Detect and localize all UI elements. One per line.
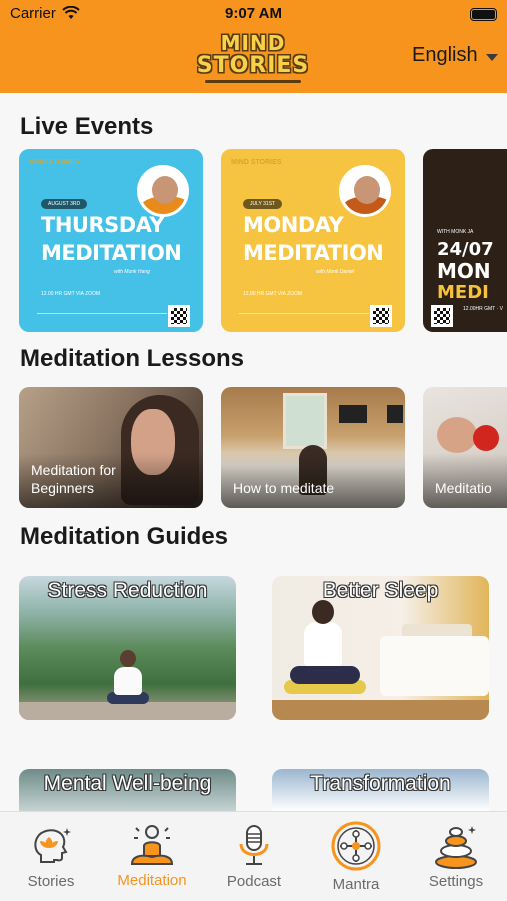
guide-card[interactable]: Mental Well-being: [19, 769, 236, 811]
lesson-caption: How to meditate: [233, 480, 335, 496]
mandala-icon: [330, 820, 382, 872]
stacked-stones-icon: [432, 822, 480, 870]
event-time: 12.00 HR GMT VIA ZOOM: [41, 291, 101, 297]
meditating-person-icon: [128, 822, 176, 870]
tab-stories[interactable]: Stories: [16, 812, 86, 901]
guide-title: Better Sleep: [322, 579, 439, 602]
tab-label: Mantra: [332, 876, 380, 893]
lesson-caption: Meditatio: [435, 480, 492, 496]
tab-label: Meditation: [117, 872, 187, 889]
event-title-line1: THURSDAY: [41, 213, 165, 237]
lesson-image: [437, 417, 477, 453]
tab-mantra[interactable]: Mantra: [320, 812, 392, 901]
logo-swoosh: [205, 80, 301, 83]
event-date: 24/07: [437, 239, 494, 260]
event-title-line2: MEDITATION: [41, 241, 182, 265]
logo-line1: MIND: [220, 31, 286, 55]
status-bar: Carrier 9:07 AM: [0, 5, 507, 25]
guide-title: Transformation: [310, 772, 451, 795]
lesson-card[interactable]: Meditation for Beginners: [19, 387, 203, 508]
guide-image-bed: [380, 636, 489, 696]
event-title-line2: MEDITATION: [243, 241, 384, 265]
section-title-live-events: Live Events: [20, 113, 154, 140]
tab-label: Settings: [428, 873, 484, 890]
clock: 9:07 AM: [225, 5, 282, 22]
event-host: WITH MONK JA: [437, 229, 474, 235]
qr-code-icon: [431, 305, 453, 327]
guide-image-person: [107, 650, 149, 708]
lesson-card[interactable]: Meditatio: [423, 387, 507, 508]
event-footer: [37, 313, 167, 325]
lesson-image-tv: [339, 405, 367, 423]
tab-podcast[interactable]: Podcast: [218, 812, 290, 901]
microphone-icon: [230, 822, 278, 870]
event-date: AUGUST 3RD: [41, 199, 88, 209]
live-event-card[interactable]: MIND STORIES JULY 31ST MONDAY MEDITATION…: [221, 149, 405, 332]
lesson-card[interactable]: How to meditate: [221, 387, 405, 508]
lesson-image-apple: [473, 425, 499, 451]
event-mini-logo: MIND STORIES: [29, 159, 80, 166]
guide-title: Mental Well-being: [43, 772, 212, 795]
lesson-caption: Meditation for Beginners: [31, 462, 116, 496]
guide-card[interactable]: Better Sleep: [272, 576, 489, 720]
language-label: English: [412, 44, 478, 66]
logo-line2: STORIES: [196, 53, 310, 78]
section-title-guides: Meditation Guides: [20, 523, 229, 550]
event-host: with Monk Daniel: [316, 269, 355, 275]
guide-card[interactable]: Stress Reduction: [19, 576, 236, 720]
lesson-image: [283, 393, 327, 449]
event-title-line1: MONDAY: [243, 213, 344, 237]
app-header: Carrier 9:07 AM MIND STORIES English: [0, 0, 507, 93]
lesson-image-tv2: [387, 405, 403, 423]
event-host: with Monk Hang: [114, 269, 150, 275]
monk-photo: [137, 165, 189, 217]
live-event-card[interactable]: MIND STORIES AUGUST 3RD THURSDAY MEDITAT…: [19, 149, 203, 332]
qr-code-icon: [370, 305, 392, 327]
bottom-tab-bar: Stories Meditation Podcast Mantra Settin…: [0, 811, 507, 900]
language-selector[interactable]: English: [412, 44, 498, 67]
app-logo: MIND STORIES: [190, 32, 316, 90]
chevron-down-icon: [485, 53, 498, 61]
event-title-line2: MEDI: [437, 282, 489, 303]
qr-code-icon: [168, 305, 190, 327]
tab-label: Stories: [27, 873, 75, 890]
guide-image-person: [284, 600, 366, 704]
event-time: 12.00HR GMT · V: [463, 306, 503, 312]
tab-settings[interactable]: Settings: [420, 812, 492, 901]
battery-icon: [470, 8, 497, 21]
event-time: 12.00 HR GMT VIA ZOOM: [243, 291, 303, 297]
tab-label: Podcast: [226, 873, 282, 890]
monk-photo: [339, 165, 391, 217]
event-date: JULY 31ST: [243, 199, 283, 209]
section-title-lessons: Meditation Lessons: [20, 345, 245, 372]
guide-card[interactable]: Transformation: [272, 769, 489, 811]
head-lotus-icon: [27, 822, 75, 870]
event-footer: [239, 313, 369, 325]
event-title-line1: MON: [437, 259, 491, 283]
tab-meditation[interactable]: Meditation: [104, 812, 200, 901]
live-event-card[interactable]: WITH MONK JA 24/07 MON MEDI 12.00HR GMT …: [423, 149, 507, 332]
event-mini-logo: MIND STORIES: [231, 159, 282, 166]
guide-title: Stress Reduction: [47, 579, 208, 602]
